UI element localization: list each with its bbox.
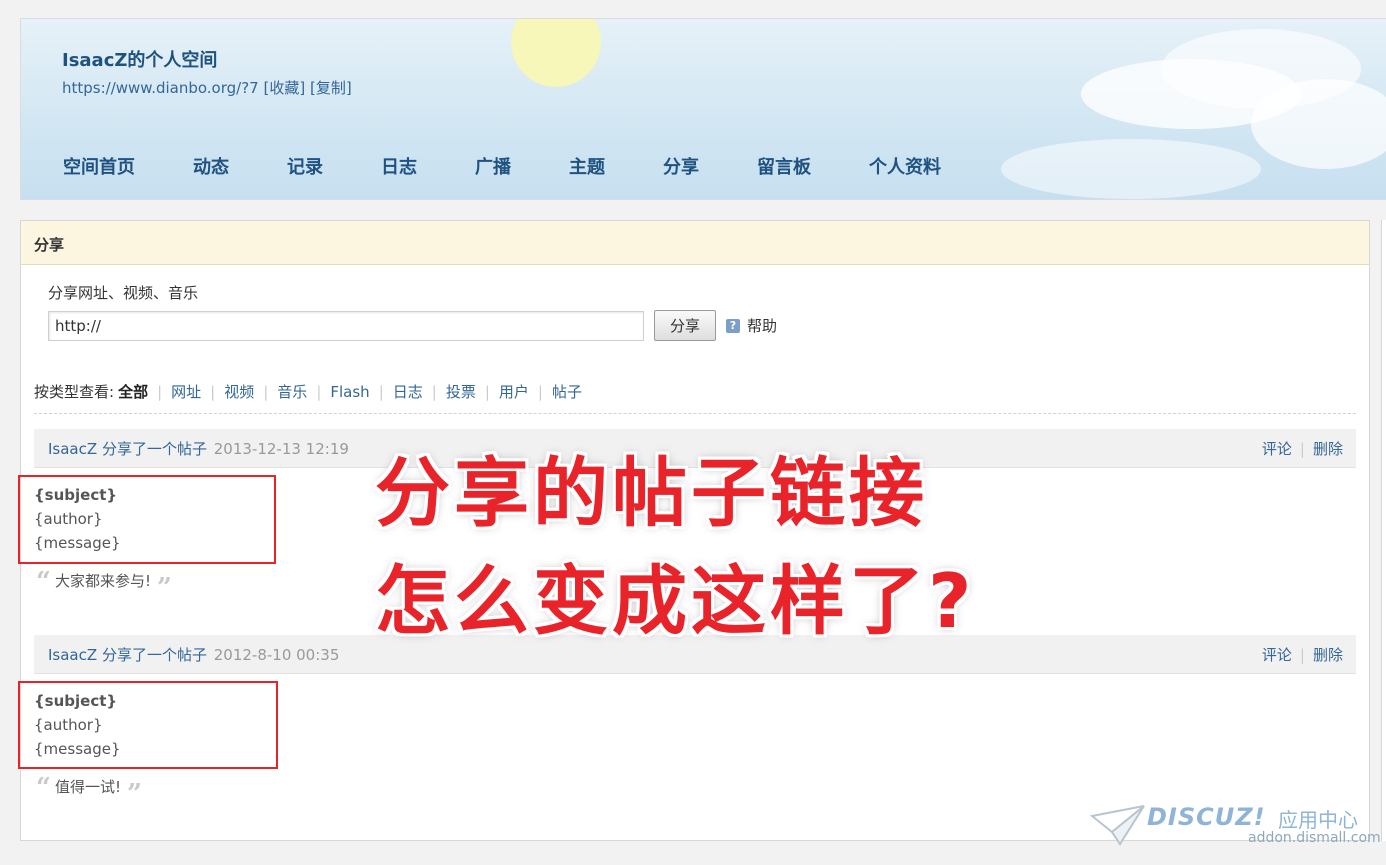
right-panel-edge [1381, 220, 1386, 841]
filter-music[interactable]: 音乐 [277, 381, 307, 402]
share-label: 分享网址、视频、音乐 [48, 284, 199, 302]
share-comment-text: 值得一试! [54, 777, 121, 796]
highlight-box [18, 681, 278, 769]
filter-blog[interactable]: 日志 [393, 381, 423, 402]
comment-link[interactable]: 评论 [1262, 440, 1292, 458]
highlight-box [18, 475, 276, 564]
overlay-headline-line2: 怎么变成这样了? [375, 557, 976, 645]
nav-threads[interactable]: 主题 [569, 153, 605, 179]
nav-broadcast[interactable]: 广播 [475, 153, 511, 179]
nav-blog[interactable]: 日志 [381, 153, 417, 179]
filter-user[interactable]: 用户 [499, 381, 529, 402]
nav-home[interactable]: 空间首页 [63, 153, 135, 179]
sun-decoration [511, 19, 601, 87]
filter-url[interactable]: 网址 [171, 381, 201, 402]
paper-plane-icon [1090, 805, 1145, 846]
filter-poll[interactable]: 投票 [446, 381, 476, 402]
panel-title: 分享 [21, 221, 1369, 265]
help-link[interactable]: ? 帮助 [726, 315, 777, 336]
filter-flash[interactable]: Flash [330, 383, 369, 401]
share-url-input[interactable] [48, 311, 644, 341]
filter-video[interactable]: 视频 [224, 381, 254, 402]
discuz-watermark: DISCUZ! 应用中心 addon.dismall.com [1090, 800, 1381, 855]
divider [34, 413, 1356, 414]
close-quote-icon: ” [156, 573, 172, 603]
feed-time: 2012-8-10 00:35 [213, 646, 340, 664]
open-quote-icon: “ [36, 567, 51, 597]
filter-thread[interactable]: 帖子 [552, 381, 582, 402]
nav-share[interactable]: 分享 [663, 153, 699, 179]
nav-records[interactable]: 记录 [287, 153, 323, 179]
open-quote-icon: “ [36, 773, 51, 803]
help-label: 帮助 [747, 317, 778, 335]
space-nav: 空间首页 动态 记录 日志 广播 主题 分享 留言板 个人资料 [63, 153, 941, 179]
help-icon: ? [726, 318, 740, 333]
comment-link[interactable]: 评论 [1262, 646, 1292, 664]
feed-user[interactable]: IsaacZ [48, 440, 97, 458]
overlay-headline-line1: 分享的帖子链接 [375, 449, 929, 537]
delete-link[interactable]: 删除 [1313, 440, 1343, 458]
share-button[interactable]: 分享 [654, 310, 716, 341]
cloud-decoration [1001, 139, 1261, 199]
copy-link[interactable]: [复制] [310, 79, 352, 97]
watermark-url: addon.dismall.com [1248, 830, 1381, 846]
cloud-decoration [1251, 79, 1386, 169]
watermark-title: 应用中心 [1278, 808, 1358, 832]
space-url: https://www.dianbo.org/?7 [收藏] [复制] [62, 77, 352, 98]
watermark-brand: DISCUZ! [1147, 803, 1266, 831]
space-title[interactable]: IsaacZ的个人空间 [62, 46, 217, 72]
space-url-link[interactable]: https://www.dianbo.org/?7 [62, 79, 259, 97]
share-comment: “ 大家都来参与! ” [36, 567, 172, 601]
filter-prefix: 按类型查看: [34, 383, 115, 401]
feed-time: 2013-12-13 12:19 [213, 440, 349, 458]
share-comment-text: 大家都来参与! [54, 571, 151, 590]
type-filter: 按类型查看: 全部 | 网址 | 视频 | 音乐 | Flash | 日志 | 投票 | 用户… [34, 381, 582, 402]
feed-user[interactable]: IsaacZ [48, 646, 97, 664]
feed-action: 分享了一个帖子 [101, 646, 207, 664]
nav-feed[interactable]: 动态 [193, 153, 229, 179]
feed-action: 分享了一个帖子 [101, 440, 207, 458]
space-header: IsaacZ的个人空间 https://www.dianbo.org/?7 [收… [20, 18, 1386, 200]
share-comment: “ 值得一试! ” [36, 773, 142, 807]
nav-guestbook[interactable]: 留言板 [757, 153, 811, 179]
bookmark-link[interactable]: [收藏] [264, 79, 306, 97]
delete-link[interactable]: 删除 [1313, 646, 1343, 664]
filter-all[interactable]: 全部 [118, 381, 148, 402]
nav-profile[interactable]: 个人资料 [869, 153, 941, 179]
close-quote-icon: ” [126, 779, 142, 809]
